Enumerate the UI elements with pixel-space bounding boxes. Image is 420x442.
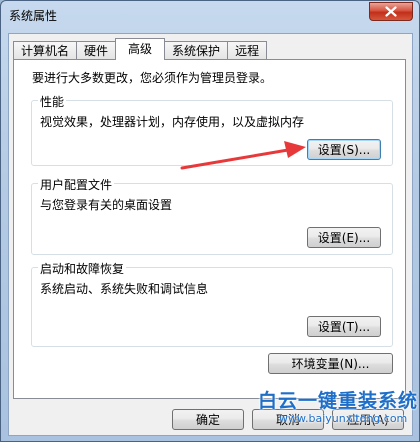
close-button[interactable]: [369, 2, 413, 21]
performance-group: 性能 视觉效果，处理器计划，内存使用，以及虚拟内存 设置(S)...: [31, 93, 393, 166]
tab-remote[interactable]: 远程: [227, 41, 268, 60]
tab-hardware[interactable]: 硬件: [76, 41, 117, 60]
user-profiles-settings-button[interactable]: 设置(E)...: [307, 227, 381, 248]
performance-title: 性能: [38, 93, 67, 110]
dialog-body: 计算机名 硬件 高级 系统保护 远程 要进行大多数更改，您必须作为管理员登录。 …: [8, 33, 413, 436]
user-profiles-title: 用户配置文件: [38, 176, 115, 193]
performance-description: 视觉效果，处理器计划，内存使用，以及虚拟内存: [40, 115, 305, 129]
watermark-url: www.baiyunxitong.com: [279, 412, 408, 425]
window-title: 系统属性: [9, 9, 58, 23]
user-profiles-group: 用户配置文件 与您登录有关的桌面设置 设置(E)...: [31, 176, 393, 255]
startup-recovery-title: 启动和故障恢复: [38, 260, 127, 277]
tab-advanced[interactable]: 高级: [115, 38, 166, 60]
performance-settings-button[interactable]: 设置(S)...: [307, 139, 381, 160]
tab-strip: 计算机名 硬件 高级 系统保护 远程: [13, 38, 268, 60]
startup-recovery-group: 启动和故障恢复 系统启动、系统失败和调试信息 设置(T)...: [31, 260, 393, 347]
environment-variables-button[interactable]: 环境变量(N)...: [268, 353, 393, 374]
title-bar[interactable]: 系统属性: [1, 1, 419, 29]
tab-computer-name[interactable]: 计算机名: [13, 41, 78, 60]
ok-button[interactable]: 确定: [172, 409, 244, 430]
advanced-tab-panel: 要进行大多数更改，您必须作为管理员登录。 性能 视觉效果，处理器计划，内存使用，…: [13, 59, 406, 399]
tab-system-protection[interactable]: 系统保护: [164, 41, 229, 60]
system-properties-window: 系统属性 计算机名 硬件 高级 系统保护 远程 要进行大多数更改，您必须作为管理…: [0, 0, 420, 442]
watermark-title: 白云一键重装系统: [258, 390, 419, 412]
startup-recovery-settings-button[interactable]: 设置(T)...: [307, 316, 381, 337]
startup-recovery-description: 系统启动、系统失败和调试信息: [40, 282, 209, 296]
close-icon: [385, 6, 397, 17]
admin-note: 要进行大多数更改，您必须作为管理员登录。: [32, 71, 273, 85]
user-profiles-description: 与您登录有关的桌面设置: [40, 198, 173, 212]
